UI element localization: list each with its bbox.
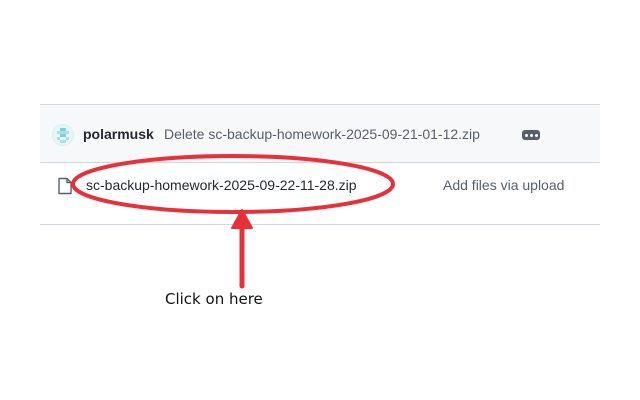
commit-author-link[interactable]: polarmusk <box>83 126 154 142</box>
annotation-callout-text: Click on here <box>165 290 263 308</box>
page: polarmusk Delete sc-backup-homework-2025… <box>0 0 640 400</box>
file-icon <box>58 177 72 195</box>
ellipsis-dot <box>534 133 538 137</box>
ellipsis-dot <box>529 133 533 137</box>
commit-message-link[interactable]: Delete sc-backup-homework-2025-09-21-01-… <box>164 126 480 142</box>
file-list-panel: polarmusk Delete sc-backup-homework-2025… <box>40 104 600 208</box>
pixel-avatar-icon[interactable] <box>52 124 74 146</box>
annotation-arrow-head <box>231 209 253 229</box>
ellipsis-dot <box>524 133 528 137</box>
section-divider <box>40 224 600 225</box>
ellipsis-icon[interactable] <box>522 130 540 140</box>
file-name-link[interactable]: sc-backup-homework-2025-09-22-11-28.zip <box>86 177 357 193</box>
latest-commit-row: polarmusk Delete sc-backup-homework-2025… <box>40 105 600 163</box>
file-row: sc-backup-homework-2025-09-22-11-28.zip … <box>40 163 600 208</box>
file-last-commit-link[interactable]: Add files via upload <box>443 177 564 193</box>
